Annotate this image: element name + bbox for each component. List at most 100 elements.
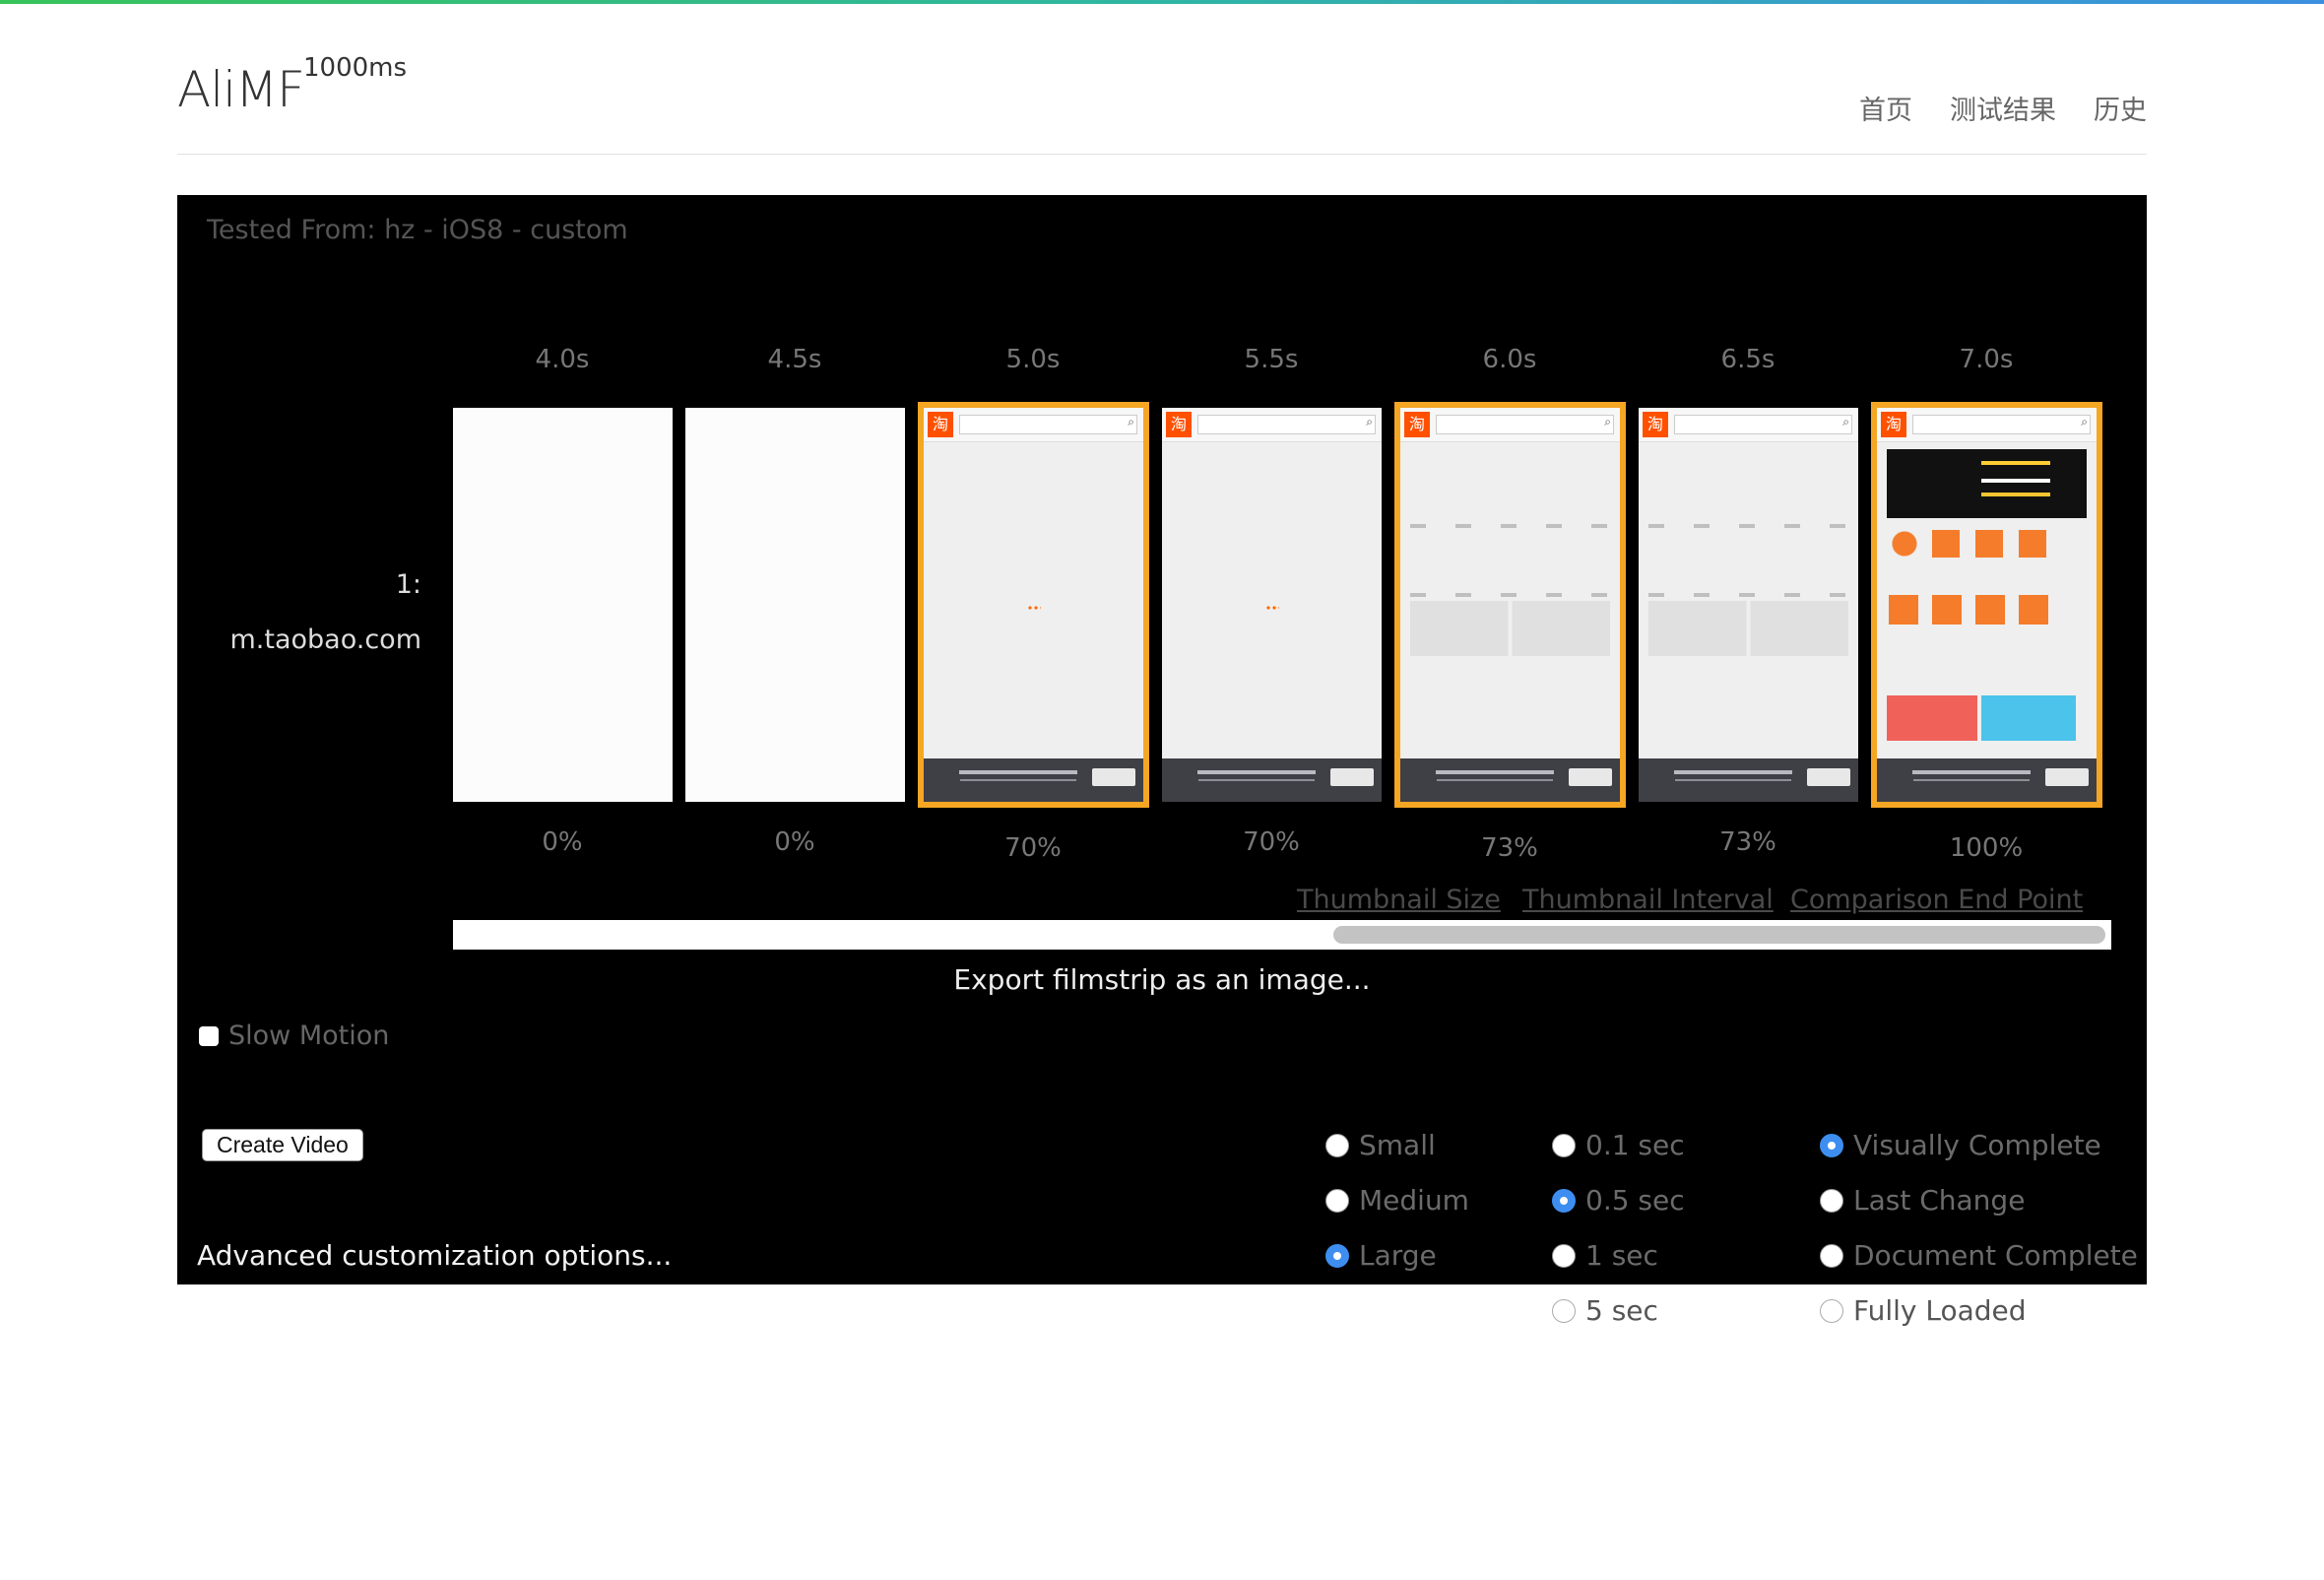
comparison-end-point-option[interactable]: Visually Complete xyxy=(1820,1129,2101,1161)
frame-visual-progress: 73% xyxy=(1481,833,1538,863)
taobao-logo-icon: 淘 xyxy=(1881,412,1906,437)
radio-button[interactable] xyxy=(1325,1188,1349,1213)
frame-time: 5.0s xyxy=(1005,345,1061,374)
radio-button[interactable] xyxy=(1820,1188,1843,1213)
slow-motion-checkbox[interactable] xyxy=(199,1025,219,1046)
radio-button[interactable] xyxy=(1325,1133,1349,1157)
taobao-logo-icon: 淘 xyxy=(1404,412,1430,437)
advanced-options-link[interactable]: Advanced customization options... xyxy=(197,1239,672,1272)
radio-button[interactable] xyxy=(1552,1243,1576,1268)
filmstrip-scrollbar[interactable] xyxy=(453,920,2111,950)
option-label: 1 sec xyxy=(1585,1239,1658,1272)
app-download-bar xyxy=(1639,758,1858,802)
create-video-button[interactable]: Create Video xyxy=(202,1129,363,1161)
tested-from-label: Tested From: hz - iOS8 - custom xyxy=(207,215,628,245)
frame-time: 4.0s xyxy=(535,345,590,374)
promo-banner xyxy=(1887,449,2087,518)
filmstrip-panel: Tested From: hz - iOS8 - custom 1: m.tao… xyxy=(177,195,2147,1284)
taobao-search-box xyxy=(1912,415,2091,434)
app-download-bar xyxy=(1400,758,1620,802)
comparison-end-point-option[interactable]: Last Change xyxy=(1820,1184,2025,1217)
frame-thumbnail[interactable]: 淘 ⌕ xyxy=(1394,402,1626,808)
thumbnail-interval-option[interactable]: 1 sec xyxy=(1552,1239,1658,1272)
category-grid xyxy=(1648,524,1848,603)
page-screenshot: 淘 ⌕ xyxy=(924,408,1143,802)
nav-results[interactable]: 测试结果 xyxy=(1950,89,2056,127)
option-label: 0.1 sec xyxy=(1585,1129,1685,1161)
taobao-logo-icon: 淘 xyxy=(1166,412,1192,437)
taobao-header: 淘 ⌕ xyxy=(1400,408,1620,442)
comparison-end-point-option[interactable]: Fully Loaded xyxy=(1820,1294,2027,1327)
frame-visual-progress: 0% xyxy=(542,827,583,857)
search-icon: ⌕ xyxy=(1604,415,1611,428)
frame-thumbnail[interactable] xyxy=(685,408,905,802)
radio-button[interactable] xyxy=(1820,1243,1843,1268)
taobao-search-box xyxy=(1436,415,1614,434)
thumbnail-interval-option[interactable]: 0.5 sec xyxy=(1552,1184,1685,1217)
thumbnail-interval-option[interactable]: 0.1 sec xyxy=(1552,1129,1685,1161)
taobao-search-box xyxy=(1674,415,1852,434)
taobao-search-box xyxy=(959,415,1137,434)
row-index: 1: xyxy=(395,569,421,600)
taobao-logo-icon: 淘 xyxy=(1643,412,1668,437)
thumbnail-size-option[interactable]: Small xyxy=(1325,1129,1436,1161)
scrollbar-thumb[interactable] xyxy=(1333,926,2105,944)
thumbnail-interval-option[interactable]: 5 sec xyxy=(1552,1294,1658,1327)
option-label: Large xyxy=(1359,1239,1437,1272)
option-label: Small xyxy=(1359,1129,1436,1161)
frame-thumbnail[interactable] xyxy=(453,408,673,802)
search-icon: ⌕ xyxy=(1842,415,1849,428)
app-download-bar xyxy=(924,758,1143,802)
header-divider xyxy=(177,154,2147,155)
page-screenshot: 淘 ⌕ xyxy=(1639,408,1858,802)
comparison-end-point-option[interactable]: Document Complete xyxy=(1820,1239,2138,1272)
frame-thumbnail[interactable]: 淘 ⌕ xyxy=(1162,408,1382,802)
taobao-search-box xyxy=(1197,415,1376,434)
category-grid xyxy=(1410,524,1610,603)
radio-button[interactable] xyxy=(1820,1298,1843,1323)
brand-superscript: 1000ms xyxy=(303,53,408,83)
frame-thumbnail[interactable]: 淘 ⌕ xyxy=(1639,408,1858,802)
taobao-header: 淘 ⌕ xyxy=(1877,408,2097,442)
content-placeholders xyxy=(1648,601,1848,656)
thumbnail-size-heading[interactable]: Thumbnail Size xyxy=(1297,885,1501,915)
content-placeholders xyxy=(1410,601,1610,656)
export-filmstrip-link[interactable]: Export filmstrip as an image... xyxy=(177,963,2147,996)
radio-button[interactable] xyxy=(1552,1298,1576,1323)
brand-name: AliMF xyxy=(177,61,305,118)
thumbnail-size-option[interactable]: Medium xyxy=(1325,1184,1469,1217)
option-label: Fully Loaded xyxy=(1853,1294,2027,1327)
category-icons xyxy=(1889,524,2085,642)
frame-thumbnail[interactable]: 淘 ⌕ xyxy=(1871,402,2102,808)
app-download-bar xyxy=(1162,758,1382,802)
nav-home[interactable]: 首页 xyxy=(1859,89,1912,127)
option-label: Medium xyxy=(1359,1184,1469,1217)
top-gradient-bar xyxy=(0,0,2324,4)
radio-button[interactable] xyxy=(1552,1133,1576,1157)
comparison-end-point-heading[interactable]: Comparison End Point xyxy=(1790,885,2083,915)
brand-logo[interactable]: AliMF 1000ms xyxy=(177,53,407,118)
thumbnail-size-option[interactable]: Large xyxy=(1325,1239,1437,1272)
frame-visual-progress: 70% xyxy=(1004,833,1062,863)
promo-tile xyxy=(1981,695,2076,741)
frame-visual-progress: 100% xyxy=(1949,833,2024,863)
frame-visual-progress: 0% xyxy=(774,827,815,857)
search-icon: ⌕ xyxy=(1128,415,1134,428)
page-screenshot: 淘 ⌕ xyxy=(1162,408,1382,802)
option-label: Last Change xyxy=(1853,1184,2026,1217)
main-nav: 首页 测试结果 历史 xyxy=(1859,89,2147,127)
app-download-bar xyxy=(1877,758,2097,802)
promo-tile xyxy=(1887,695,1977,741)
radio-button[interactable] xyxy=(1552,1188,1576,1213)
thumbnail-interval-heading[interactable]: Thumbnail Interval xyxy=(1522,885,1774,915)
taobao-header: 淘 ⌕ xyxy=(1162,408,1382,442)
radio-button[interactable] xyxy=(1325,1243,1349,1268)
slow-motion-option[interactable]: Slow Motion xyxy=(199,1020,389,1051)
frame-thumbnail[interactable]: 淘 ⌕ xyxy=(918,402,1149,808)
taobao-logo-icon: 淘 xyxy=(928,412,953,437)
frame-visual-progress: 70% xyxy=(1243,827,1300,857)
frame-time: 5.5s xyxy=(1244,345,1299,374)
nav-history[interactable]: 历史 xyxy=(2094,89,2147,127)
radio-button[interactable] xyxy=(1820,1133,1843,1157)
slow-motion-label: Slow Motion xyxy=(228,1020,390,1051)
